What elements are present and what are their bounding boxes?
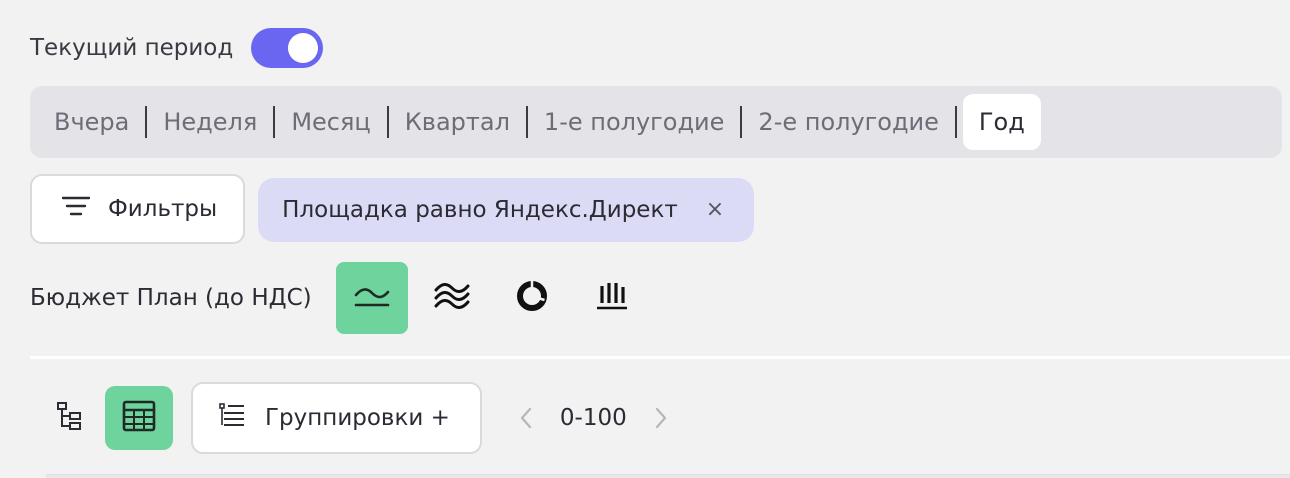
segment-first-half[interactable]: 1-е полугодие <box>528 94 741 150</box>
tree-view-icon <box>56 401 84 435</box>
bar-chart-icon <box>595 281 629 315</box>
page-range: 0-100 <box>559 405 627 431</box>
filters-button[interactable]: Фильтры <box>30 174 246 244</box>
filter-lines-icon <box>61 194 91 224</box>
filters-button-label: Фильтры <box>108 196 218 222</box>
filter-chip[interactable]: Площадка равно Яндекс.Директ × <box>258 178 755 242</box>
table-view-button[interactable] <box>105 386 173 450</box>
chart-type-waves-button[interactable] <box>416 262 488 334</box>
table-top-border <box>46 474 1290 478</box>
filter-chip-label: Площадка равно Яндекс.Директ <box>282 197 678 223</box>
metric-row: Бюджет План (до НДС) <box>30 262 656 334</box>
segment-quarter[interactable]: Квартал <box>389 94 526 150</box>
groupings-label: Группировки + <box>265 405 450 431</box>
close-icon[interactable]: × <box>706 199 724 221</box>
segment-second-half[interactable]: 2-е полугодие <box>742 94 955 150</box>
segment-month[interactable]: Месяц <box>275 94 386 150</box>
segment-yesterday[interactable]: Вчера <box>38 94 145 150</box>
list-icon <box>219 402 245 434</box>
groupings-button[interactable]: Группировки + <box>191 382 482 454</box>
period-segmented-control: Вчера Неделя Месяц Квартал 1-е полугодие… <box>30 86 1282 158</box>
segment-year[interactable]: Год <box>962 94 1041 150</box>
donut-icon <box>515 279 549 317</box>
dashboard-panel: Текущий период Вчера Неделя Месяц Кварта… <box>0 0 1290 478</box>
section-divider <box>30 356 1290 359</box>
toggle-knob <box>288 33 319 63</box>
area-line-icon <box>354 284 390 312</box>
table-view-icon <box>122 400 156 436</box>
segment-separator <box>954 106 957 138</box>
pagination: 0-100 <box>516 404 671 432</box>
current-period-row: Текущий период <box>30 28 324 68</box>
current-period-label: Текущий период <box>30 35 234 61</box>
chart-type-area-button[interactable] <box>335 262 408 334</box>
current-period-toggle[interactable] <box>251 28 324 68</box>
multi-wave-icon <box>434 282 470 314</box>
tree-view-button[interactable] <box>52 400 88 436</box>
chart-type-donut-button[interactable] <box>496 262 568 334</box>
table-toolbar: Группировки + 0-100 <box>52 382 671 454</box>
chevron-right-icon[interactable] <box>651 404 671 432</box>
filters-row: Фильтры Площадка равно Яндекс.Директ × <box>30 174 755 244</box>
metric-label: Бюджет План (до НДС) <box>30 285 312 311</box>
chart-type-bar-button[interactable] <box>576 262 648 334</box>
segment-week[interactable]: Неделя <box>147 94 273 150</box>
chevron-left-icon[interactable] <box>516 404 536 432</box>
